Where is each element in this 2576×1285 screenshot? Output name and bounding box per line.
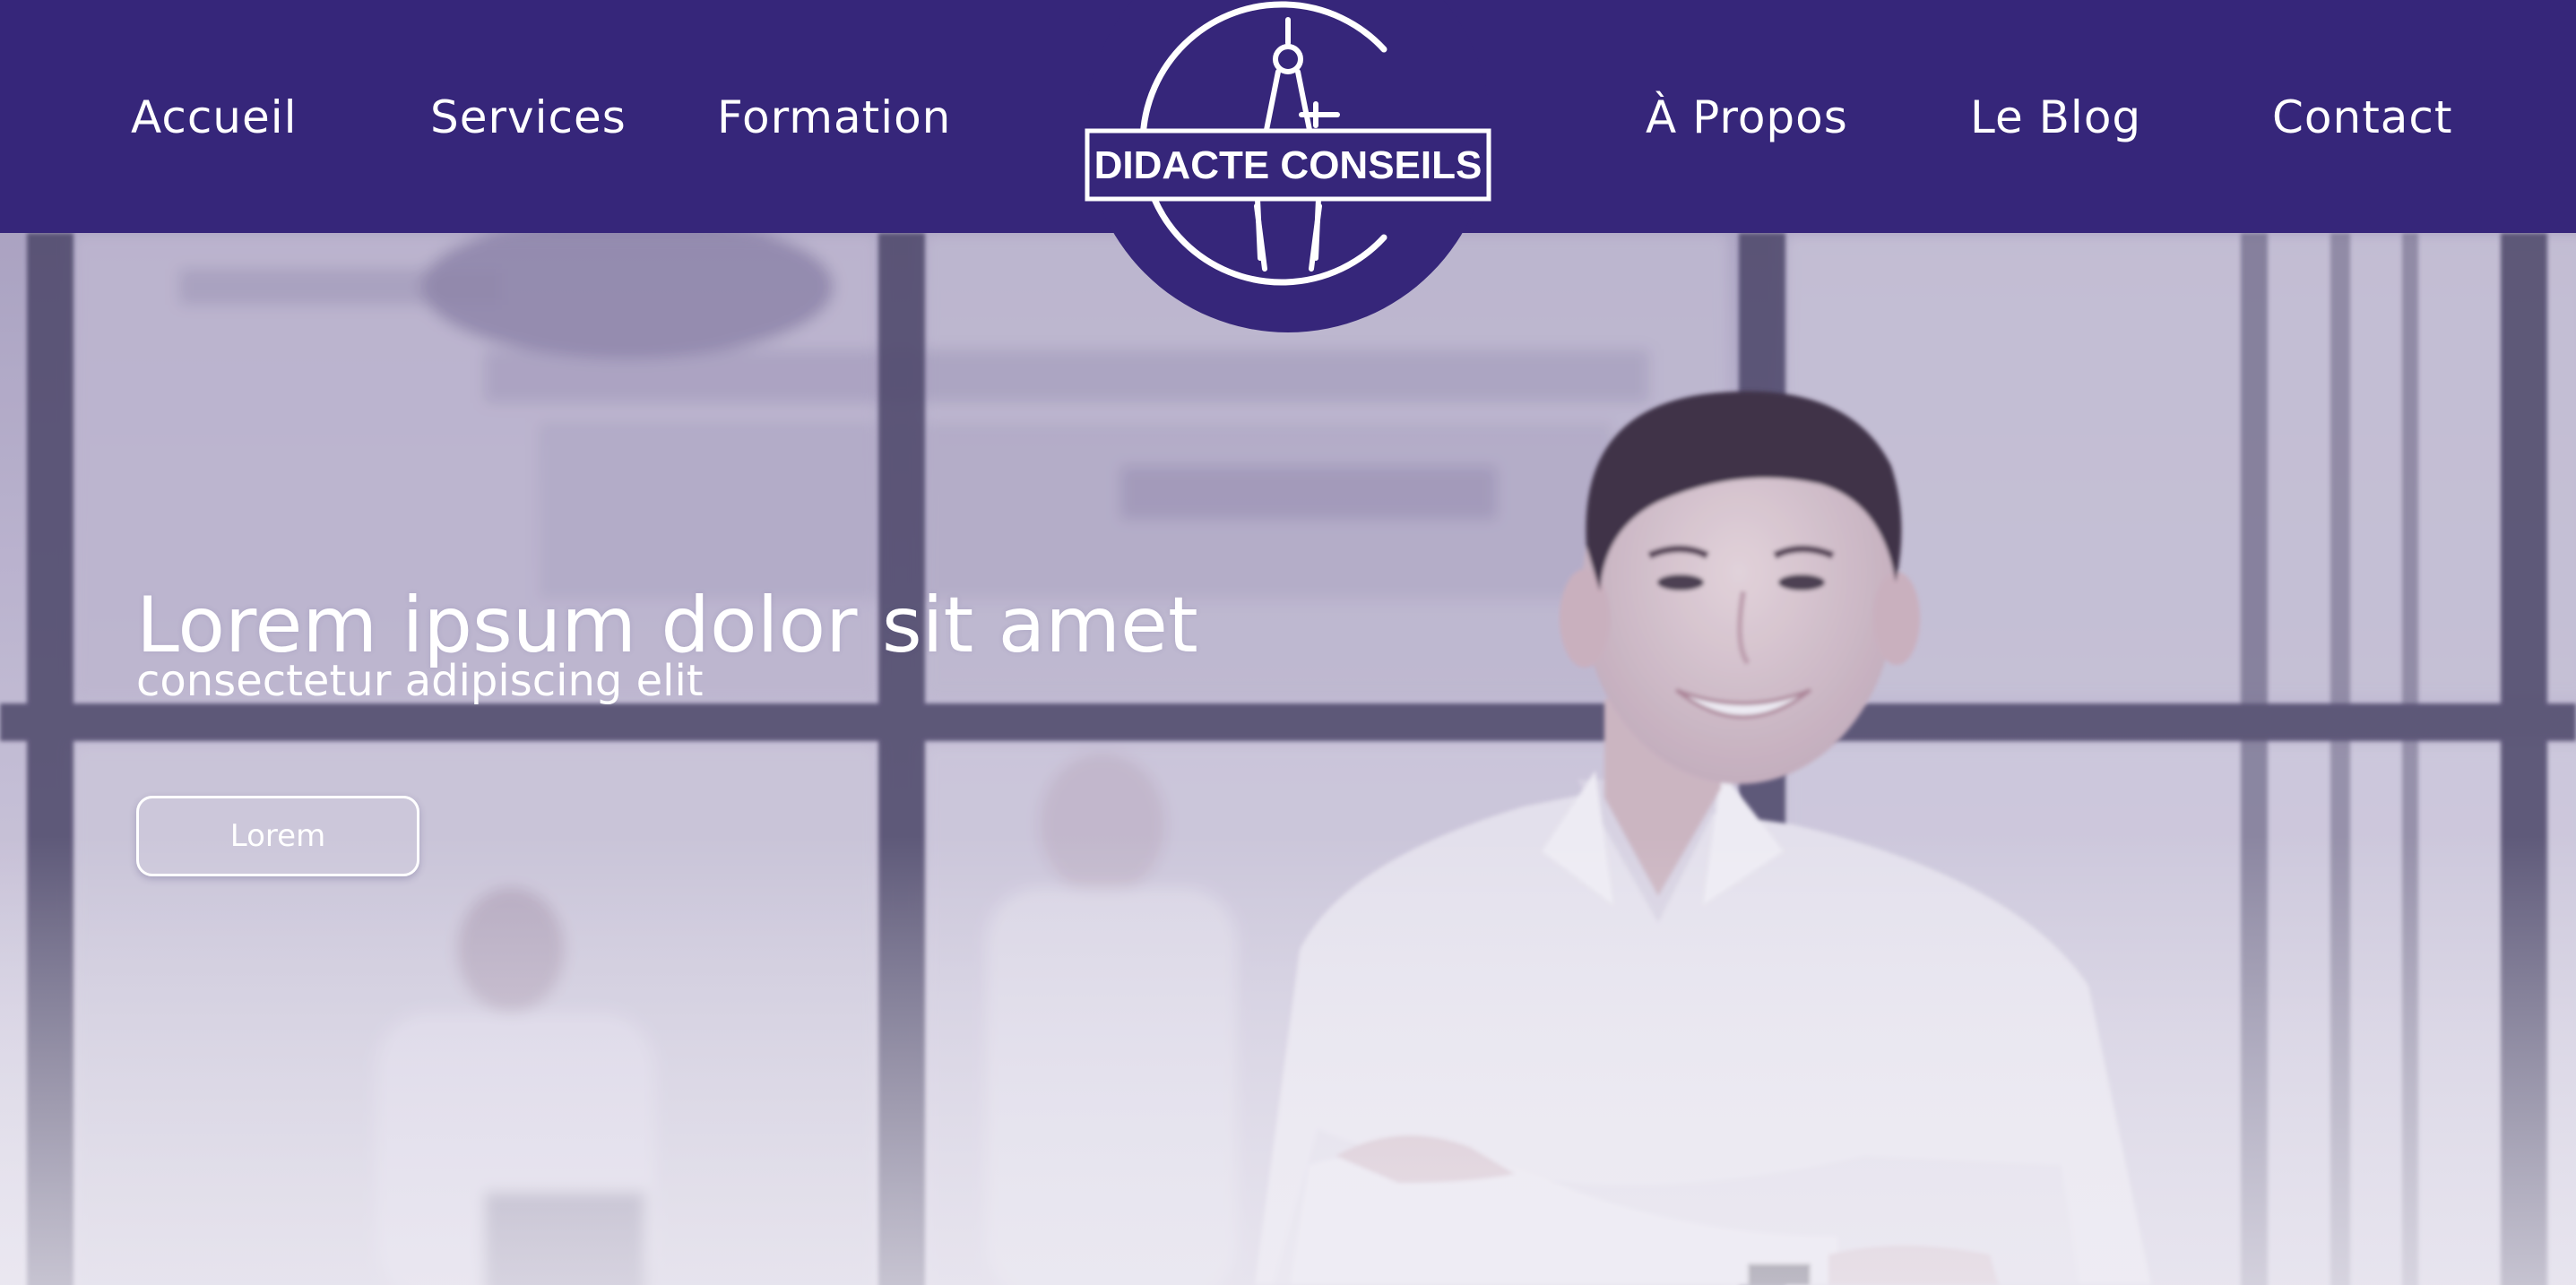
drafting-compass-icon: DIDACTE CONSEILS xyxy=(1085,0,1491,332)
hero-cta-button[interactable]: Lorem xyxy=(136,796,419,876)
site-logo[interactable]: DIDACTE CONSEILS xyxy=(1081,0,1495,333)
hero-subtitle: consectetur adipiscing elit xyxy=(136,656,704,706)
nav-link-services[interactable]: Services xyxy=(430,86,627,149)
logo-text: DIDACTE CONSEILS xyxy=(1094,143,1482,187)
nav-link-accueil[interactable]: Accueil xyxy=(131,86,298,149)
homepage: Accueil Services Formation À Propos Le B… xyxy=(0,0,2576,1285)
nav-link-le-blog[interactable]: Le Blog xyxy=(1970,86,2141,149)
nav-link-formation[interactable]: Formation xyxy=(717,86,951,149)
nav-link-contact[interactable]: Contact xyxy=(2272,86,2453,149)
nav-link-a-propos[interactable]: À Propos xyxy=(1646,86,1848,149)
